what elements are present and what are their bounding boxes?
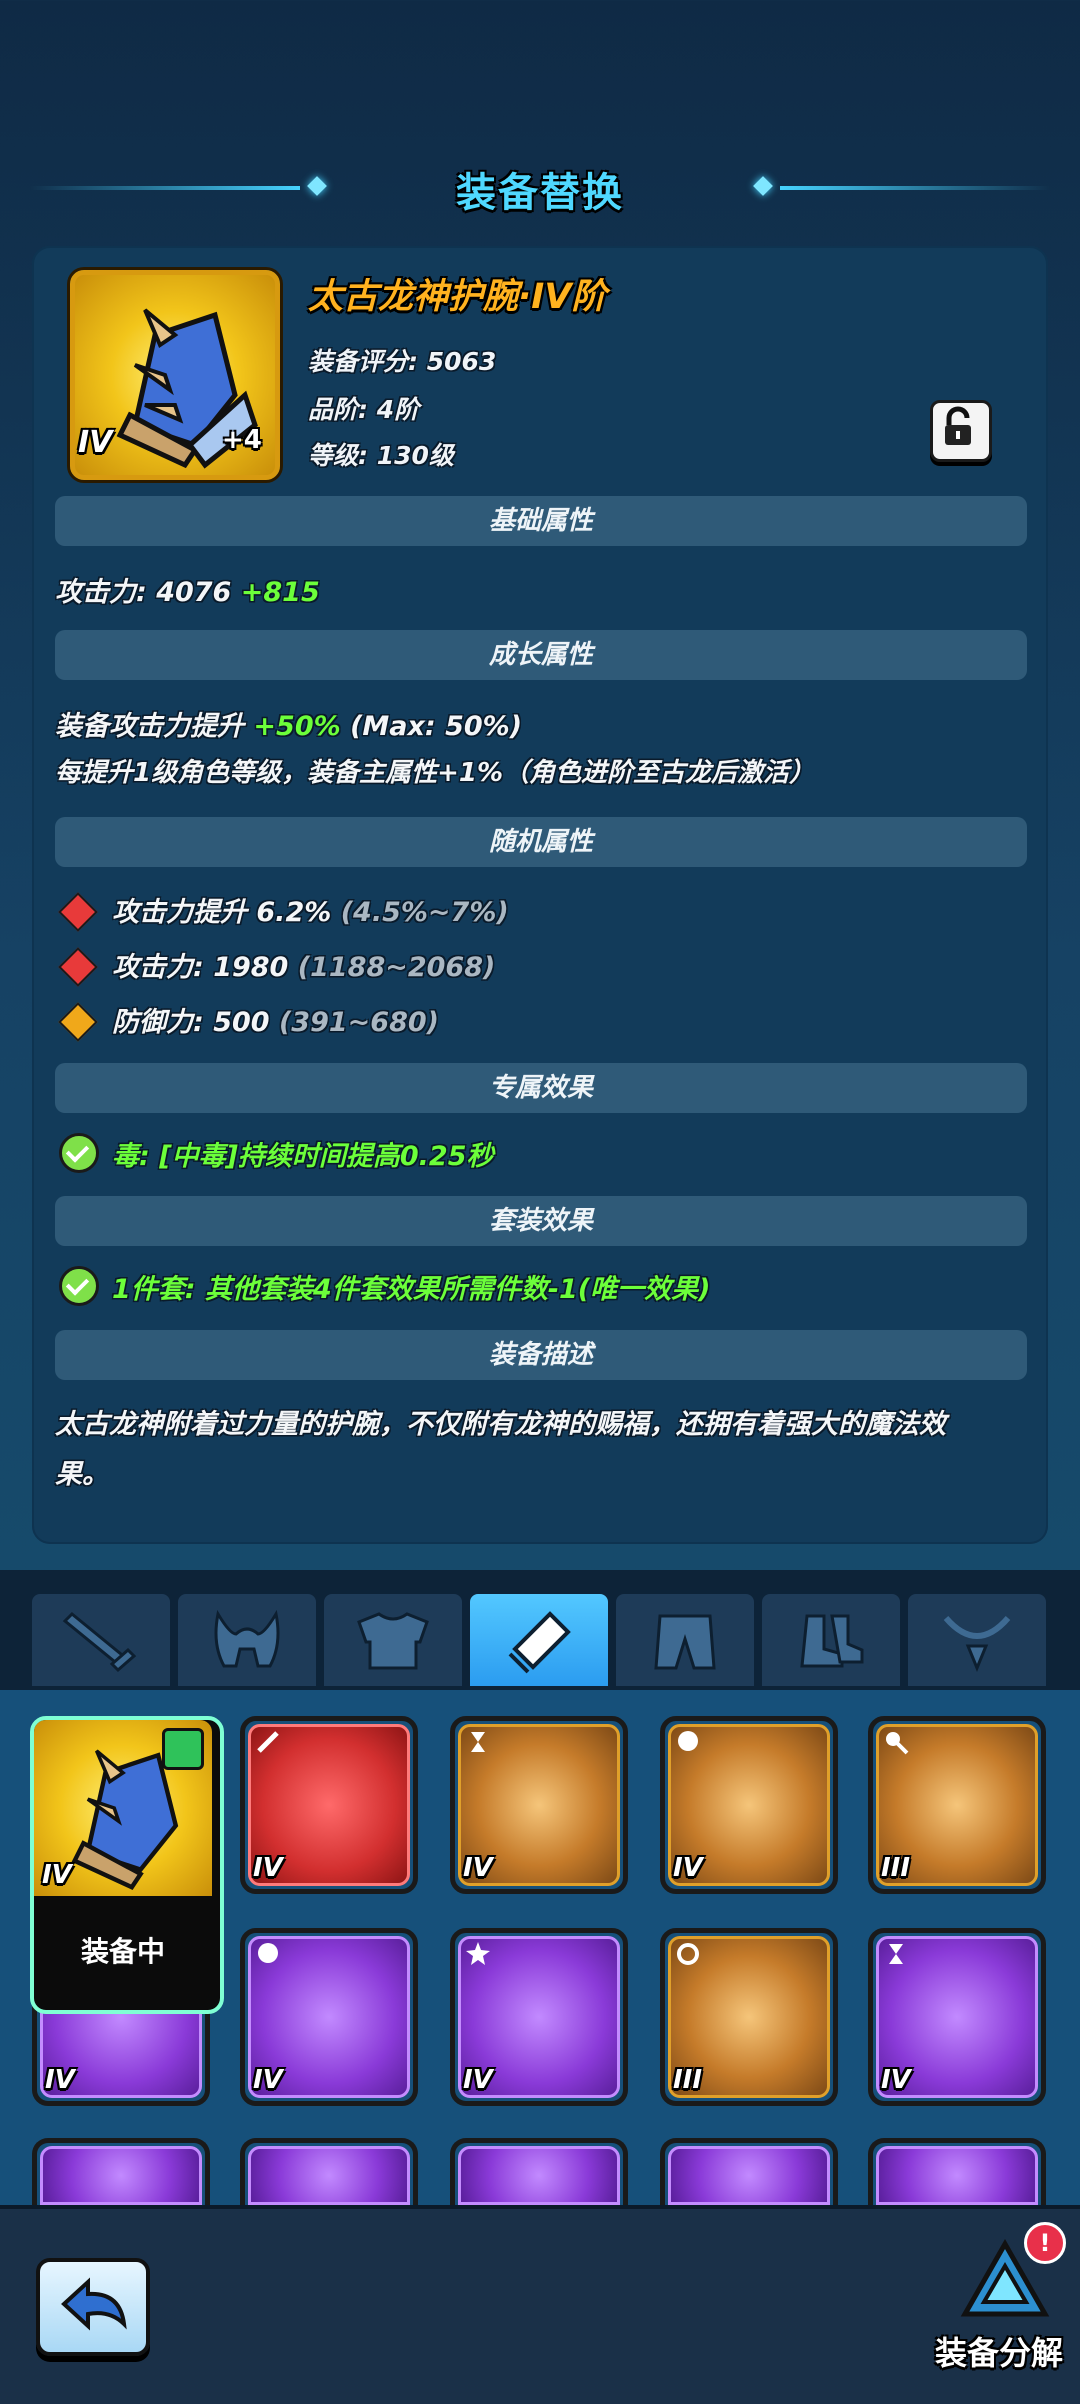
tab-boots[interactable] (762, 1594, 900, 1686)
item-card[interactable]: III (660, 1928, 838, 2106)
equipped-item-icon: IV (34, 1720, 212, 1896)
burst-badge-icon (466, 1942, 490, 1965)
item-card[interactable]: IV (240, 1716, 418, 1894)
equipped-card[interactable]: IV 装备中 (30, 1716, 224, 2014)
item-card[interactable] (240, 2138, 418, 2208)
item-tier: IV (253, 2065, 283, 2095)
pants-icon (654, 1614, 716, 1670)
boots-icon (800, 1614, 864, 1668)
exclusive-effect-text: 毒: [中毒]持续时间提高0.25秒 (112, 1141, 494, 1172)
random-attr-2: 攻击力: 1980 (1188~2068) (112, 945, 495, 984)
item-card[interactable]: IV (450, 1716, 628, 1894)
section-growth-attributes: 成长属性 (55, 630, 1027, 680)
lock-button[interactable] (930, 400, 992, 462)
random-attr-1-range: (4.5%~7%) (340, 897, 509, 928)
helmet-icon (214, 1609, 280, 1668)
item-tier: IV (673, 1853, 703, 1883)
item-tier: IV (463, 2065, 493, 2095)
item-card[interactable] (32, 2138, 210, 2208)
growth-attack-label: 装备攻击力提升 (55, 711, 244, 742)
item-card[interactable]: IV (868, 1928, 1046, 2106)
random-attr-1-label: 攻击力提升 6.2% (112, 897, 332, 928)
equipped-badge-icon (162, 1728, 204, 1770)
random-attr-2-label: 攻击力: 1980 (112, 952, 289, 983)
item-tier: III (673, 2065, 703, 2095)
random-attr-3-label: 防御力: 500 (112, 1007, 270, 1038)
item-score: 装备评分: 5063 (308, 347, 497, 376)
back-arrow-icon (61, 2277, 127, 2331)
growth-attack-value: +50% (253, 711, 341, 742)
item-card[interactable] (450, 2138, 628, 2208)
sword-icon (62, 1611, 137, 1673)
item-tier: IV (253, 1853, 283, 1883)
random-attr-2-range: (1188~2068) (297, 952, 496, 983)
header-line-right (780, 186, 1050, 190)
skull-badge-icon (678, 1731, 698, 1751)
skull-badge-icon (258, 1943, 278, 1963)
basic-attack-line: 攻击力: 4076 +815 (55, 570, 320, 609)
dismantle-label[interactable]: 装备分解 (924, 2328, 1074, 2374)
section-description: 装备描述 (55, 1330, 1027, 1380)
item-card[interactable]: IV (660, 1716, 838, 1894)
check-icon (59, 1266, 99, 1306)
hourglass-badge-icon (471, 1732, 485, 1752)
tab-pants[interactable] (616, 1594, 754, 1686)
random-attr-1: 攻击力提升 6.2% (4.5%~7%) (112, 890, 509, 929)
necklace-icon (943, 1615, 1011, 1672)
item-tier: IV (881, 2065, 911, 2095)
basic-attack-label: 攻击力: 4076 (55, 577, 232, 608)
tab-bracer[interactable] (470, 1594, 608, 1686)
item-name: 太古龙神护腕·IV阶 (308, 277, 607, 317)
set-effect-text: 1件套: 其他套装4件套效果所需件数-1(唯一效果) (112, 1274, 711, 1305)
item-grade: 品阶: 4阶 (308, 395, 420, 424)
item-card[interactable] (660, 2138, 838, 2208)
item-tier: IV (78, 425, 113, 460)
random-attr-3-range: (391~680) (278, 1007, 439, 1038)
tab-necklace[interactable] (908, 1594, 1046, 1686)
armor-icon (357, 1612, 429, 1670)
item-tier: IV (463, 1853, 493, 1883)
section-set-effect: 套装效果 (55, 1196, 1027, 1246)
notification-badge: ! (1024, 2222, 1066, 2264)
wand-badge-icon (886, 1732, 909, 1755)
bottom-bar (0, 2205, 1080, 2404)
unlock-icon (945, 406, 971, 445)
basic-attack-bonus: +815 (240, 577, 320, 608)
item-card[interactable]: IV (450, 1928, 628, 2106)
item-level: 等级: 130级 (308, 441, 454, 470)
section-random-attributes: 随机属性 (55, 817, 1027, 867)
random-attr-3: 防御力: 500 (391~680) (112, 1000, 439, 1039)
growth-line-2: 每提升1级角色等级，装备主属性+1%（角色进阶至古龙后激活） (55, 758, 816, 788)
item-card[interactable]: III (868, 1716, 1046, 1894)
section-exclusive-effect: 专属效果 (55, 1063, 1027, 1113)
cycle-badge-icon (677, 1943, 699, 1965)
item-card[interactable]: IV (240, 1928, 418, 2106)
item-card[interactable] (868, 2138, 1046, 2208)
section-basic-attributes: 基础属性 (55, 496, 1027, 546)
growth-attack-max: (Max: 50%) (350, 711, 523, 742)
tab-helmet[interactable] (178, 1594, 316, 1686)
item-enhance-level: +4 (222, 425, 262, 455)
check-icon (59, 1133, 99, 1173)
tab-armor[interactable] (324, 1594, 462, 1686)
growth-line-1: 装备攻击力提升 +50% (Max: 50%) (55, 704, 522, 743)
item-tier: IV (42, 1860, 72, 1890)
description-line-1: 太古龙神附着过力量的护腕，不仅附有龙神的赐福，还拥有着强大的魔法效 (55, 1409, 946, 1440)
back-button[interactable] (36, 2258, 150, 2356)
hourglass-badge-icon (889, 1944, 903, 1964)
item-tier: III (881, 1853, 911, 1883)
equipped-label: 装备中 (80, 1935, 165, 1968)
sword-badge-icon (257, 1731, 279, 1753)
description-line-2: 果。 (55, 1459, 109, 1490)
tab-weapon[interactable] (32, 1594, 170, 1686)
item-tier: IV (45, 2065, 75, 2095)
bracer-icon (508, 1611, 571, 1674)
